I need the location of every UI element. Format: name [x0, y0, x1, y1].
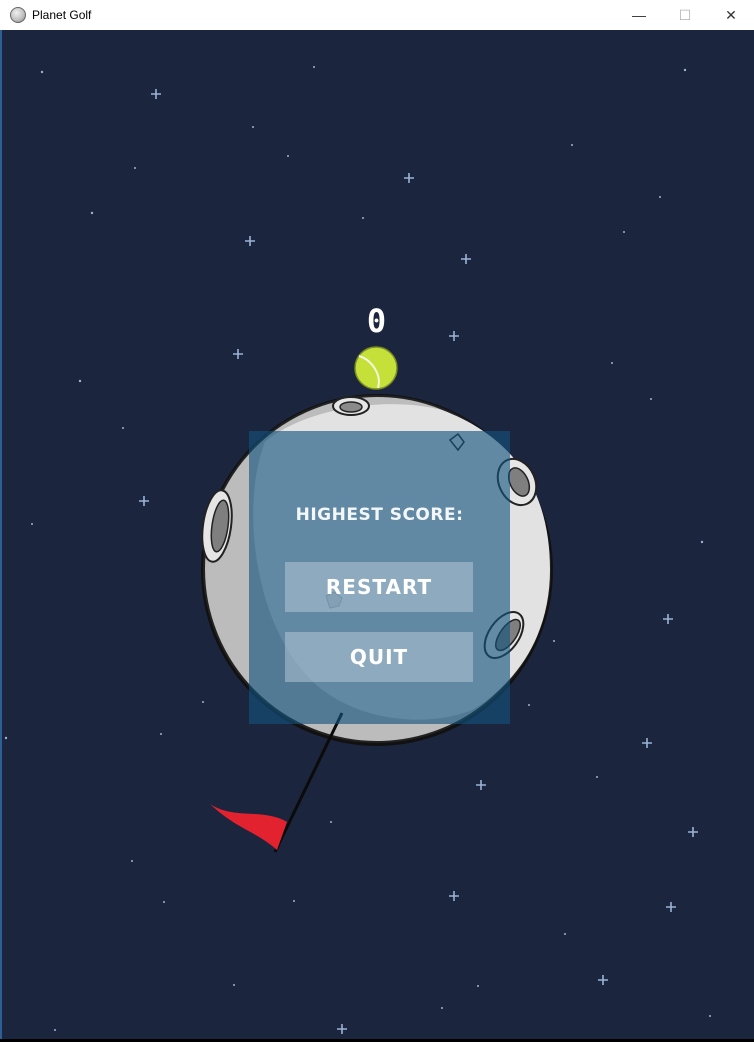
score-counter: 0 [366, 302, 388, 340]
crater [332, 396, 370, 416]
maximize-button[interactable]: ☐ [662, 0, 708, 30]
title-bar[interactable]: Planet Golf — ☐ ✕ [0, 0, 754, 30]
game-canvas[interactable]: 0 HIGHEST SCORE: RESTART QUIT [2, 30, 754, 1040]
close-button[interactable]: ✕ [708, 0, 754, 30]
window-title: Planet Golf [32, 8, 92, 22]
planet-app-icon [10, 7, 26, 23]
game-over-menu: HIGHEST SCORE: RESTART QUIT [249, 431, 510, 724]
restart-button[interactable]: RESTART [285, 562, 473, 612]
game-window: Planet Golf — ☐ ✕ 0 HIGHEST SCORE: RESTA… [0, 0, 754, 1042]
quit-button[interactable]: QUIT [285, 632, 473, 682]
tennis-ball-icon [354, 346, 398, 390]
minimize-button[interactable]: — [616, 0, 662, 30]
highest-score-label: HIGHEST SCORE: [295, 505, 464, 525]
